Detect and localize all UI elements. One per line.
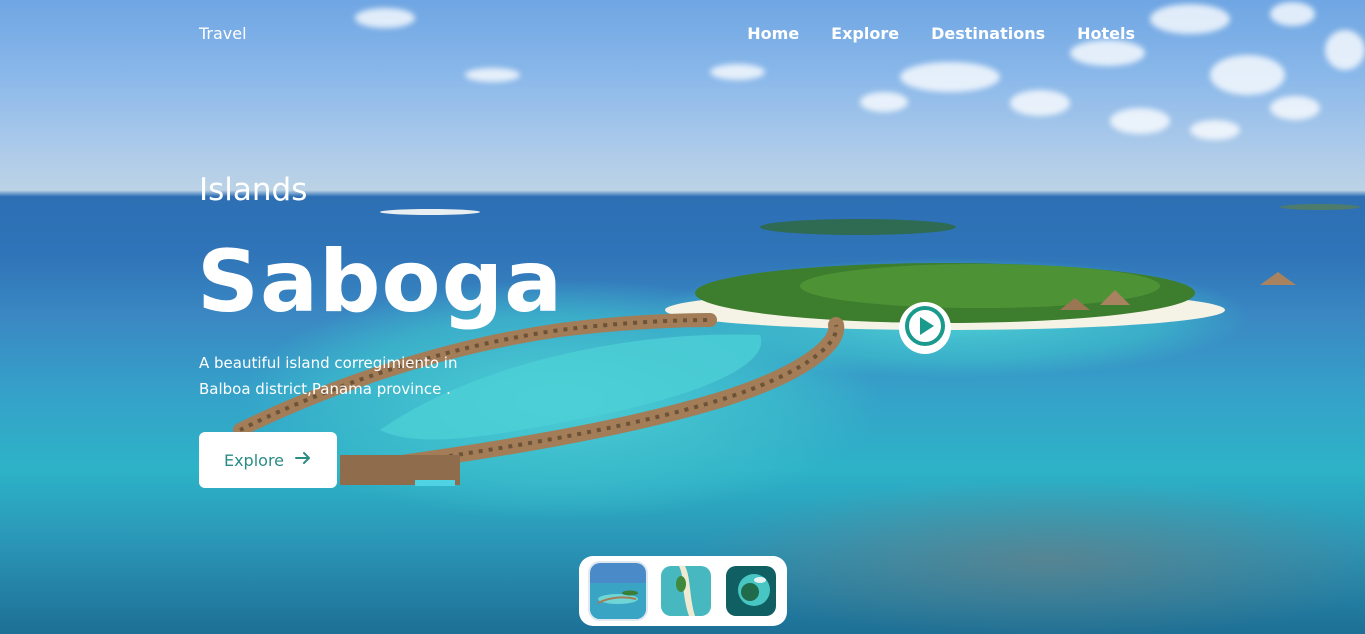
hero-section: Travel Home Explore Destinations Hotels … xyxy=(0,0,1365,634)
brand-logo[interactable]: Travel xyxy=(199,24,247,43)
explore-button[interactable]: Explore xyxy=(199,432,337,488)
arrow-right-icon xyxy=(294,449,312,471)
lagoon-aerial-thumbnail[interactable] xyxy=(725,566,776,616)
sandbar-aerial-thumbnail[interactable] xyxy=(660,566,711,616)
hero-description: A beautiful island corregimiento in Balb… xyxy=(199,350,499,402)
hero-eyebrow: Islands xyxy=(199,172,308,208)
hero-description-line: A beautiful island corregimiento in xyxy=(199,354,458,372)
main-nav: Home Explore Destinations Hotels xyxy=(747,24,1135,43)
play-circle-icon xyxy=(903,304,947,352)
overwater-villas-thumbnail[interactable] xyxy=(590,563,647,619)
nav-hotels[interactable]: Hotels xyxy=(1077,24,1135,43)
play-video-button[interactable] xyxy=(899,302,951,354)
nav-explore[interactable]: Explore xyxy=(831,24,899,43)
nav-destinations[interactable]: Destinations xyxy=(931,24,1045,43)
thumbnail-carousel xyxy=(579,556,787,626)
hero-description-line: Balboa district,Panama province . xyxy=(199,380,451,398)
explore-button-label: Explore xyxy=(223,450,285,470)
hero-title: Saboga xyxy=(197,232,564,332)
nav-home[interactable]: Home xyxy=(747,24,799,43)
